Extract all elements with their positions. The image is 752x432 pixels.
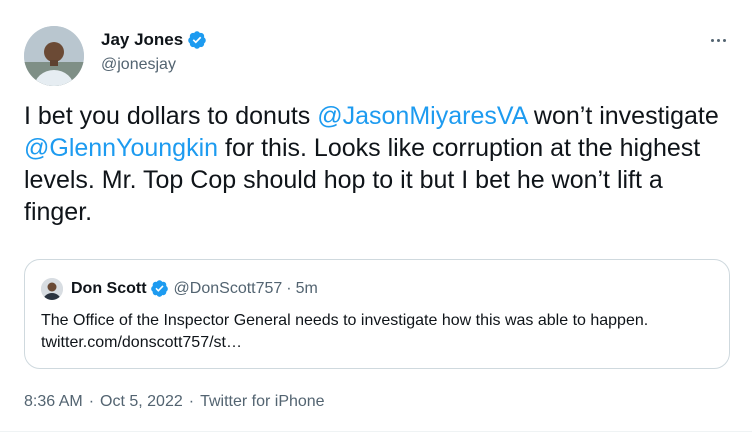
verified-badge-icon xyxy=(187,30,207,50)
meta-separator: · xyxy=(188,393,195,410)
quoted-tweet[interactable]: Don Scott @DonScott757 · 5m The Office o… xyxy=(24,259,730,369)
tweet-source[interactable]: Twitter for iPhone xyxy=(200,393,325,411)
quoted-author-handle: @DonScott757 xyxy=(173,279,283,297)
author-handle[interactable]: @jonesjay xyxy=(101,56,176,74)
tweet-text-part: won’t investigate xyxy=(526,102,719,130)
quoted-timestamp: 5m xyxy=(295,279,318,297)
tweet-text-part: I bet you dollars to donuts xyxy=(24,102,318,130)
quoted-author-name: Don Scott xyxy=(71,279,147,297)
quoted-header: Don Scott @DonScott757 · 5m xyxy=(71,279,318,298)
quoted-separator: · xyxy=(286,279,292,297)
avatar-photo xyxy=(24,26,84,86)
quoted-avatar-photo xyxy=(41,278,63,300)
dot xyxy=(710,38,714,42)
mention-link[interactable]: @JasonMiyaresVA xyxy=(317,102,527,130)
tweet-text: I bet you dollars to donuts @JasonMiyare… xyxy=(24,100,724,228)
tweet-meta: 8:36 AM · Oct 5, 2022 · Twitter for iPho… xyxy=(24,393,325,411)
author-name[interactable]: Jay Jones xyxy=(101,30,183,50)
author-avatar[interactable] xyxy=(24,26,84,86)
mention-link[interactable]: @GlennYoungkin xyxy=(24,134,218,162)
tweet-time[interactable]: 8:36 AM xyxy=(24,393,83,411)
meta-separator: · xyxy=(88,393,95,410)
verified-badge-icon xyxy=(150,279,169,298)
more-options-icon[interactable] xyxy=(706,28,730,52)
tweet-date[interactable]: Oct 5, 2022 xyxy=(100,393,183,411)
quoted-author-avatar xyxy=(41,278,63,300)
dot xyxy=(722,38,726,42)
dot xyxy=(716,38,720,42)
quoted-text: The Office of the Inspector General need… xyxy=(41,312,649,351)
author-name-row: Jay Jones xyxy=(101,30,207,50)
tweet: Jay Jones @jonesjay I bet you dollars to… xyxy=(0,0,752,432)
